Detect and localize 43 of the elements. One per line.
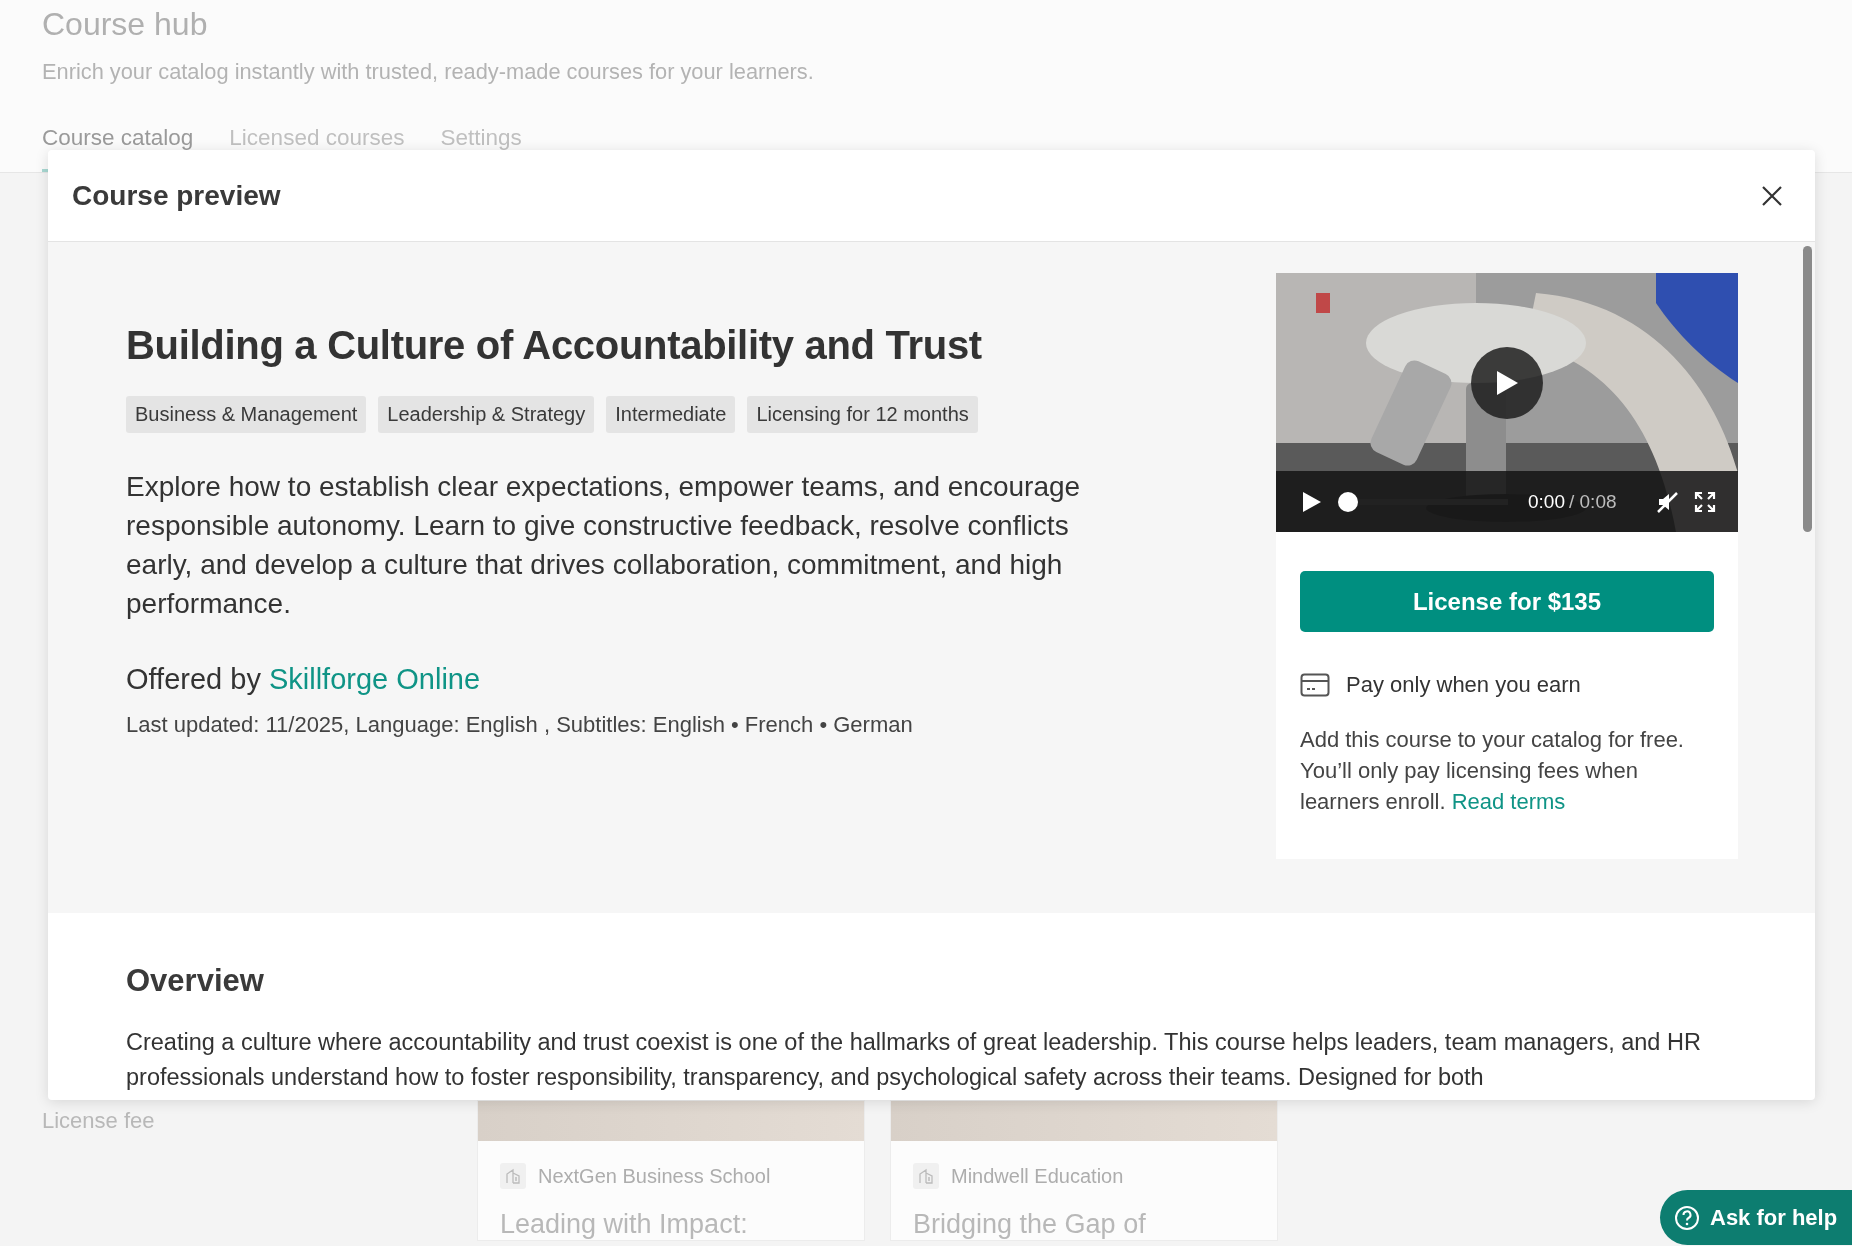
duration: / 0:08 — [1569, 490, 1617, 513]
fullscreen-button[interactable] — [1694, 490, 1716, 513]
play-icon — [1302, 490, 1322, 513]
question-icon — [1674, 1204, 1700, 1231]
provider-name: Mindwell Education — [951, 1164, 1124, 1188]
tag: Leadership & Strategy — [378, 396, 595, 433]
license-button[interactable]: License for $135 — [1300, 571, 1714, 632]
overview-text: Creating a culture where accountability and trust coexist is one of the hallmarks of great leadership. This course helps leaders, team managers, and HR professionals understand how to foster responsibility, transparency, and psychological safety across their teams. Designed for both — [126, 1028, 1702, 1092]
overview-heading: Overview — [126, 963, 265, 999]
card-title: Leading with Impact: — [499, 1208, 749, 1240]
tag: Licensing for 12 months — [747, 396, 978, 433]
offered-by-text: Offered by Skillforge Online — [126, 663, 482, 696]
course-card[interactable]: NextGen Business School Leading with Impact: — [477, 1100, 865, 1241]
close-icon — [1761, 184, 1783, 207]
mute-button[interactable] — [1656, 489, 1680, 514]
filter-label: License fee — [42, 1107, 155, 1134]
modal-title: Course preview — [72, 179, 281, 212]
pay-note-title: Pay only when you earn — [1346, 672, 1581, 698]
play-button[interactable] — [1302, 490, 1322, 513]
read-terms-link[interactable]: Read terms — [1451, 789, 1566, 814]
pay-note-text: Add this course to your catalog for free. You’ll only pay licensing fees when learners enroll. Read terms — [1300, 726, 1685, 816]
course-card[interactable]: Mindwell Education Bridging the Gap of — [890, 1100, 1278, 1241]
page-title: Course hub — [42, 6, 209, 43]
help-button[interactable]: Ask for help — [1660, 1190, 1852, 1245]
building-icon — [505, 1168, 521, 1184]
credit-card-icon — [1300, 673, 1330, 697]
play-icon — [1495, 370, 1519, 396]
tag: Business & Management — [126, 396, 367, 433]
tab[interactable]: Licensed courses — [229, 125, 405, 172]
page-subtitle: Enrich your catalog instantly with trusted, ready-made courses for your learners. — [42, 59, 815, 84]
card-title: Bridging the Gap of — [912, 1208, 1147, 1240]
scrollbar[interactable] — [1803, 246, 1812, 532]
provider-name: NextGen Business School — [538, 1164, 771, 1188]
fullscreen-icon — [1694, 490, 1716, 513]
tab[interactable]: Settings — [440, 125, 522, 172]
muted-speaker-icon — [1656, 489, 1680, 514]
course-description: Explore how to establish clear expectations, empower teams, and encourage responsible autonomy. Learn to give constructive feedback, resolve conflicts early, and develop a culture that drives collaboration, commitment, and high performance. — [126, 470, 1082, 621]
building-icon — [918, 1168, 934, 1184]
provider-link[interactable]: Skillforge Online — [268, 663, 481, 695]
course-title: Building a Culture of Accountability and Trust — [126, 323, 983, 368]
course-details: Last updated: 11/2025, Language: English , Subtitles: English • French • German — [126, 712, 914, 738]
tag: Intermediate — [606, 396, 736, 433]
current-time: 0:00 — [1528, 490, 1565, 513]
